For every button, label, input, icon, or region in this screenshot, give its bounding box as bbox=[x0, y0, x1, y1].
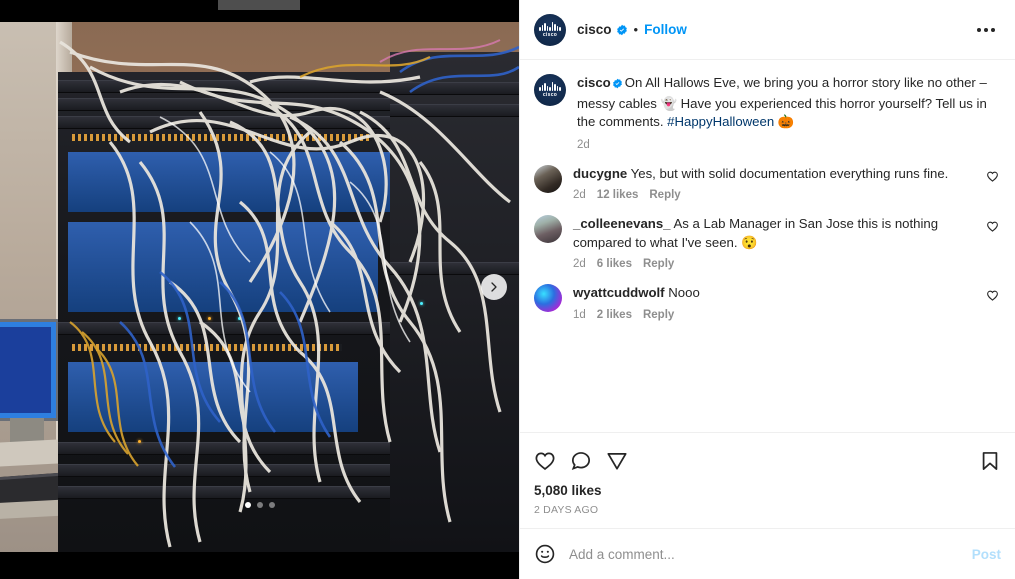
post-caption: cisco cisco On All Hallows Eve, we bring… bbox=[520, 60, 1015, 157]
header-username[interactable]: cisco bbox=[577, 22, 612, 37]
comment-likes[interactable]: 12 likes bbox=[597, 189, 639, 201]
list-item: wyattcuddwolf Nooo 1d 2 likes Reply bbox=[520, 276, 1015, 327]
caption-emoji-ghost: 👻 bbox=[660, 95, 677, 111]
heart-outline-icon bbox=[987, 221, 998, 232]
comment-time: 2d bbox=[573, 189, 586, 201]
emoji-smiley-icon bbox=[535, 544, 555, 564]
cisco-wordmark: cisco bbox=[542, 92, 558, 98]
photo-cable-tangle bbox=[59, 39, 519, 548]
comment-username[interactable]: _colleenevans_ bbox=[573, 216, 671, 231]
verified-badge-icon bbox=[612, 76, 623, 95]
caption-username[interactable]: cisco bbox=[577, 75, 611, 90]
caption-avatar[interactable]: cisco bbox=[534, 74, 566, 106]
share-button[interactable] bbox=[606, 450, 628, 472]
carousel-dot-1[interactable] bbox=[244, 502, 251, 508]
avatar[interactable]: cisco bbox=[534, 13, 566, 46]
comment-meta: 2d 12 likes Reply bbox=[573, 189, 973, 201]
comment-body: Yes, but with solid documentation everyt… bbox=[630, 165, 949, 181]
add-comment-bar: Post bbox=[520, 528, 1015, 579]
post-comment-button[interactable]: Post bbox=[972, 547, 1001, 562]
comment-likes[interactable]: 6 likes bbox=[597, 258, 632, 270]
comment-reply-button[interactable]: Reply bbox=[649, 189, 680, 201]
post-timestamp: 2 DAYS AGO bbox=[534, 504, 599, 516]
media-top-notch bbox=[218, 0, 300, 10]
heart-outline-icon bbox=[987, 171, 998, 182]
chevron-right-icon bbox=[491, 282, 497, 292]
list-item: _colleenevans_ As a Lab Manager in San J… bbox=[520, 207, 1015, 276]
heart-outline-icon bbox=[987, 290, 998, 301]
comment-reply-button[interactable]: Reply bbox=[643, 309, 674, 321]
caption-hashtag[interactable]: #HappyHalloween bbox=[667, 114, 774, 129]
comment-text: wyattcuddwolf Nooo bbox=[573, 284, 973, 303]
comment-username[interactable]: wyattcuddwolf bbox=[573, 285, 665, 300]
save-button[interactable] bbox=[979, 450, 1001, 472]
comment-reply-button[interactable]: Reply bbox=[643, 258, 674, 270]
post-comments-section: cisco cisco On All Hallows Eve, we bring… bbox=[520, 60, 1015, 432]
avatar[interactable] bbox=[534, 164, 562, 193]
header-separator: • bbox=[633, 22, 639, 37]
next-media-button[interactable] bbox=[481, 274, 507, 300]
comment-body: Nooo bbox=[668, 285, 700, 300]
carousel-dot-3[interactable] bbox=[268, 502, 275, 508]
list-item: ducygne Yes, but with solid documentatio… bbox=[520, 157, 1015, 208]
caption-text: cisco On All Hallows Eve, we bring you a… bbox=[577, 74, 999, 132]
post-actions: 5,080 likes 2 DAYS AGO bbox=[520, 432, 1015, 528]
verified-badge-icon bbox=[616, 24, 628, 36]
more-options-icon[interactable] bbox=[971, 22, 1001, 38]
media-letterbox-bottom bbox=[0, 552, 519, 579]
carousel-indicator bbox=[244, 502, 275, 508]
caption-emoji-pumpkin: 🎃 bbox=[777, 114, 795, 129]
like-button[interactable] bbox=[534, 450, 556, 472]
emoji-picker-button[interactable] bbox=[534, 543, 556, 565]
comment-bubble-icon bbox=[571, 452, 591, 470]
post-header: cisco cisco • Follow bbox=[520, 0, 1015, 60]
comment-text: _colleenevans_ As a Lab Manager in San J… bbox=[573, 215, 973, 252]
post-media-panel[interactable] bbox=[0, 0, 519, 579]
cisco-logo-icon: cisco bbox=[534, 13, 566, 46]
cisco-logo-icon: cisco bbox=[534, 74, 566, 106]
carousel-dot-2[interactable] bbox=[256, 502, 263, 508]
comment-meta: 2d 6 likes Reply bbox=[573, 258, 973, 270]
avatar[interactable] bbox=[534, 215, 562, 243]
comment-time: 2d bbox=[573, 258, 586, 270]
comment-text: ducygne Yes, but with solid documentatio… bbox=[573, 165, 973, 184]
comment-time: 1d bbox=[573, 308, 586, 321]
post-sidebar: cisco cisco • Follow cisco cisco On All … bbox=[519, 0, 1015, 579]
comment-meta: 1d 2 likes Reply bbox=[573, 309, 973, 321]
likes-count[interactable]: 5,080 likes bbox=[534, 481, 1001, 504]
comment-button[interactable] bbox=[570, 450, 592, 472]
post-photo[interactable] bbox=[0, 22, 519, 552]
comment-likes[interactable]: 2 likes bbox=[597, 309, 632, 321]
comment-like-button[interactable] bbox=[986, 170, 999, 188]
follow-button[interactable]: Follow bbox=[644, 22, 687, 37]
cisco-bars-icon bbox=[539, 21, 561, 31]
caption-timestamp: 2d bbox=[577, 138, 590, 151]
heart-outline-icon bbox=[535, 452, 555, 471]
share-paper-plane-icon bbox=[607, 452, 627, 470]
add-comment-input[interactable] bbox=[569, 546, 972, 562]
bookmark-outline-icon bbox=[982, 452, 998, 470]
comment-emoji: 😯 bbox=[741, 234, 758, 250]
comment-username[interactable]: ducygne bbox=[573, 166, 627, 181]
comment-like-button[interactable] bbox=[986, 289, 999, 307]
comment-like-button[interactable] bbox=[986, 220, 999, 238]
instagram-post: cisco cisco • Follow cisco cisco On All … bbox=[0, 0, 1015, 579]
avatar[interactable] bbox=[534, 284, 562, 312]
action-icon-row bbox=[534, 441, 1001, 481]
cisco-wordmark: cisco bbox=[542, 31, 558, 38]
